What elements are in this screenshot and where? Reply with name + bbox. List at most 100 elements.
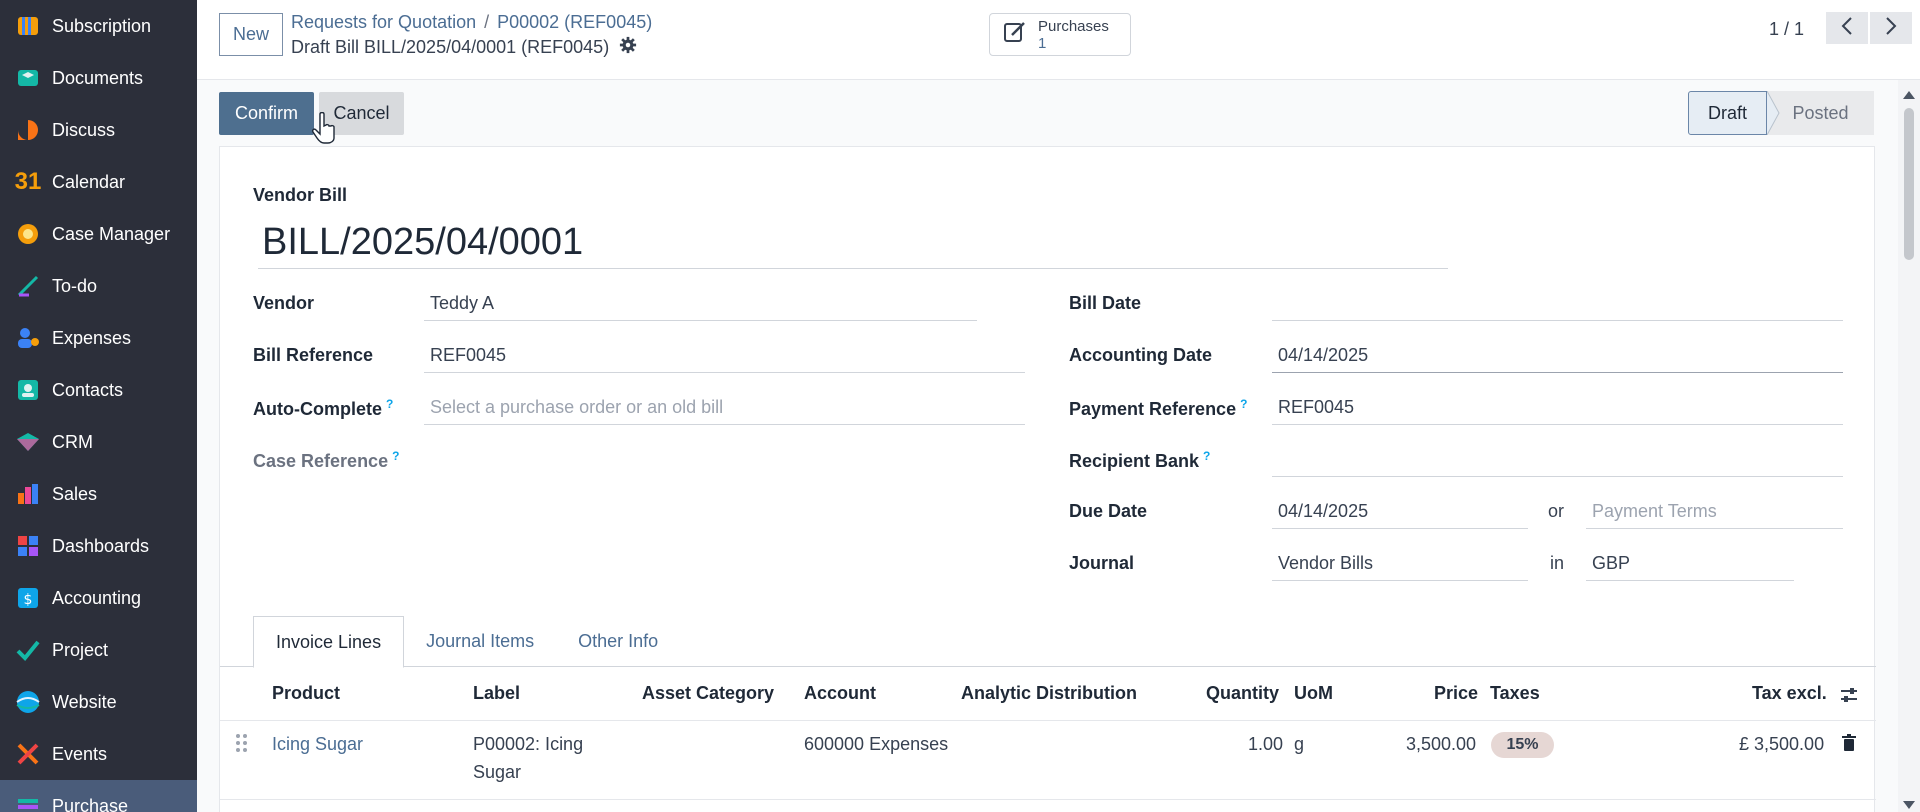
tax-badge[interactable]: 15% [1491, 732, 1554, 758]
drag-handle-icon[interactable] [235, 733, 249, 758]
breadcrumb-purchase-order[interactable]: P00002 (REF0045) [497, 12, 652, 32]
help-tooltip-icon[interactable]: ? [392, 449, 399, 463]
payment-terms-field[interactable]: Payment Terms [1586, 495, 1843, 529]
svg-text:$: $ [24, 592, 33, 608]
sidebar-item-website[interactable]: Website [0, 676, 197, 728]
column-analytic-distribution[interactable]: Analytic Distribution [961, 683, 1137, 704]
edit-icon [1002, 19, 1028, 50]
sidebar-item-crm[interactable]: CRM [0, 416, 197, 468]
sidebar-item-dashboards[interactable]: Dashboards [0, 520, 197, 572]
sidebar-item-label: Discuss [52, 119, 116, 140]
vendor-bill-label: Vendor Bill [253, 185, 348, 205]
tab-other-info[interactable]: Other Info [556, 615, 680, 667]
sidebar-item-sales[interactable]: Sales [0, 468, 197, 520]
sales-icon [14, 480, 42, 508]
due-date-field[interactable]: 04/14/2025 [1272, 495, 1528, 529]
sidebar-item-subscription[interactable]: Subscription [0, 0, 197, 52]
accounting-date-field[interactable]: 04/14/2025 [1272, 339, 1843, 373]
form-sheet: Vendor Bill BILL/2025/04/0001 Vendor Ted… [219, 146, 1876, 812]
payment-reference-label: Payment Reference? [1069, 397, 1247, 420]
scroll-down-icon[interactable] [1903, 798, 1915, 812]
cell-label-line1[interactable]: P00002: Icing [473, 730, 583, 758]
gear-icon[interactable] [619, 36, 637, 59]
cell-quantity[interactable]: 1.00 [1248, 730, 1283, 758]
optional-columns-icon[interactable] [1839, 685, 1859, 710]
accounting-icon: $ [14, 584, 42, 612]
chevron-right-icon [1884, 16, 1898, 41]
cell-label-line2[interactable]: Sugar [473, 758, 521, 786]
journal-field[interactable]: Vendor Bills [1272, 547, 1528, 581]
column-label[interactable]: Label [473, 683, 520, 704]
column-account[interactable]: Account [804, 683, 876, 704]
recipient-bank-field[interactable] [1272, 443, 1843, 477]
currency-field[interactable]: GBP [1586, 547, 1794, 581]
sidebar-item-calendar[interactable]: 31 Calendar [0, 156, 197, 208]
scroll-up-icon[interactable] [1903, 86, 1915, 104]
cell-product[interactable]: Icing Sugar [272, 730, 363, 758]
new-button[interactable]: New [219, 13, 283, 56]
sidebar-item-todo[interactable]: To-do [0, 260, 197, 312]
app-sidebar: Subscription Documents Discuss 31 Calend… [0, 0, 197, 812]
pager-value[interactable]: 1 / 1 [1769, 19, 1804, 40]
recipient-bank-label: Recipient Bank? [1069, 449, 1210, 472]
sidebar-item-case-manager[interactable]: Case Manager [0, 208, 197, 260]
calendar-icon: 31 [14, 168, 42, 195]
record-title-row: Draft Bill BILL/2025/04/0001 (REF0045) [291, 36, 637, 59]
status-bar: Draft Posted [1688, 90, 1874, 136]
crm-icon [14, 428, 42, 456]
pager-previous-button[interactable] [1826, 12, 1868, 44]
payment-reference-field[interactable]: REF0045 [1272, 391, 1843, 425]
breadcrumb-separator: / [484, 12, 490, 32]
sidebar-item-accounting[interactable]: $ Accounting [0, 572, 197, 624]
case-manager-icon [14, 220, 42, 248]
column-asset-category[interactable]: Asset Category [642, 683, 774, 704]
auto-complete-label-text: Auto-Complete [253, 399, 382, 419]
help-tooltip-icon[interactable]: ? [1240, 397, 1247, 411]
sidebar-item-events[interactable]: Events [0, 728, 197, 780]
column-tax-excluded[interactable]: Tax excl. [1752, 683, 1827, 704]
sidebar-item-expenses[interactable]: Expenses [0, 312, 197, 364]
column-product[interactable]: Product [272, 683, 340, 704]
sidebar-item-label: Subscription [52, 15, 152, 36]
breadcrumb-requests-for-quotation[interactable]: Requests for Quotation [291, 12, 476, 32]
or-text: or [1548, 501, 1565, 521]
scrollbar-thumb[interactable] [1904, 108, 1914, 260]
bill-date-label: Bill Date [1069, 293, 1142, 313]
status-posted-label: Posted [1792, 102, 1849, 123]
sidebar-item-contacts[interactable]: Contacts [0, 364, 197, 416]
vendor-field[interactable]: Teddy A [424, 287, 977, 321]
notebook-tabs: Invoice Lines Journal Items Other Info [253, 615, 680, 668]
bill-date-field[interactable] [1272, 287, 1843, 321]
auto-complete-field[interactable]: Select a purchase order or an old bill [424, 391, 1025, 425]
control-panel: New Requests for Quotation / P00002 (REF00… [197, 0, 1920, 80]
status-draft[interactable]: Draft [1688, 91, 1767, 135]
sidebar-item-project[interactable]: Project [0, 624, 197, 676]
vendor-label: Vendor [253, 293, 315, 313]
purchase-icon [14, 792, 42, 812]
vertical-scrollbar[interactable] [1898, 80, 1920, 812]
purchases-smart-button[interactable]: Purchases 1 [989, 13, 1131, 56]
bill-reference-field[interactable]: REF0045 [424, 339, 1025, 373]
sidebar-item-documents[interactable]: Documents [0, 52, 197, 104]
column-taxes[interactable]: Taxes [1490, 683, 1540, 704]
cell-uom[interactable]: g [1294, 730, 1304, 758]
confirm-button[interactable]: Confirm [219, 92, 314, 135]
column-price[interactable]: Price [1434, 683, 1478, 704]
website-icon [14, 688, 42, 716]
pager-next-button[interactable] [1870, 12, 1912, 44]
status-posted[interactable]: Posted [1766, 90, 1874, 136]
column-quantity[interactable]: Quantity [1206, 683, 1279, 704]
tab-invoice-lines[interactable]: Invoice Lines [253, 616, 405, 668]
help-tooltip-icon[interactable]: ? [1203, 449, 1210, 463]
trash-icon[interactable] [1841, 734, 1857, 757]
case-reference-label-text: Case Reference [253, 451, 389, 471]
sidebar-item-label: Documents [52, 67, 144, 88]
column-uom[interactable]: UoM [1294, 683, 1333, 704]
bill-name-field[interactable]: BILL/2025/04/0001 [258, 217, 1448, 269]
sidebar-item-purchase[interactable]: Purchase [0, 780, 197, 812]
cell-account[interactable]: 600000 Expenses [804, 730, 948, 758]
sidebar-item-discuss[interactable]: Discuss [0, 104, 197, 156]
tab-journal-items[interactable]: Journal Items [404, 615, 556, 667]
help-tooltip-icon[interactable]: ? [386, 397, 393, 411]
cell-price[interactable]: 3,500.00 [1406, 730, 1476, 758]
